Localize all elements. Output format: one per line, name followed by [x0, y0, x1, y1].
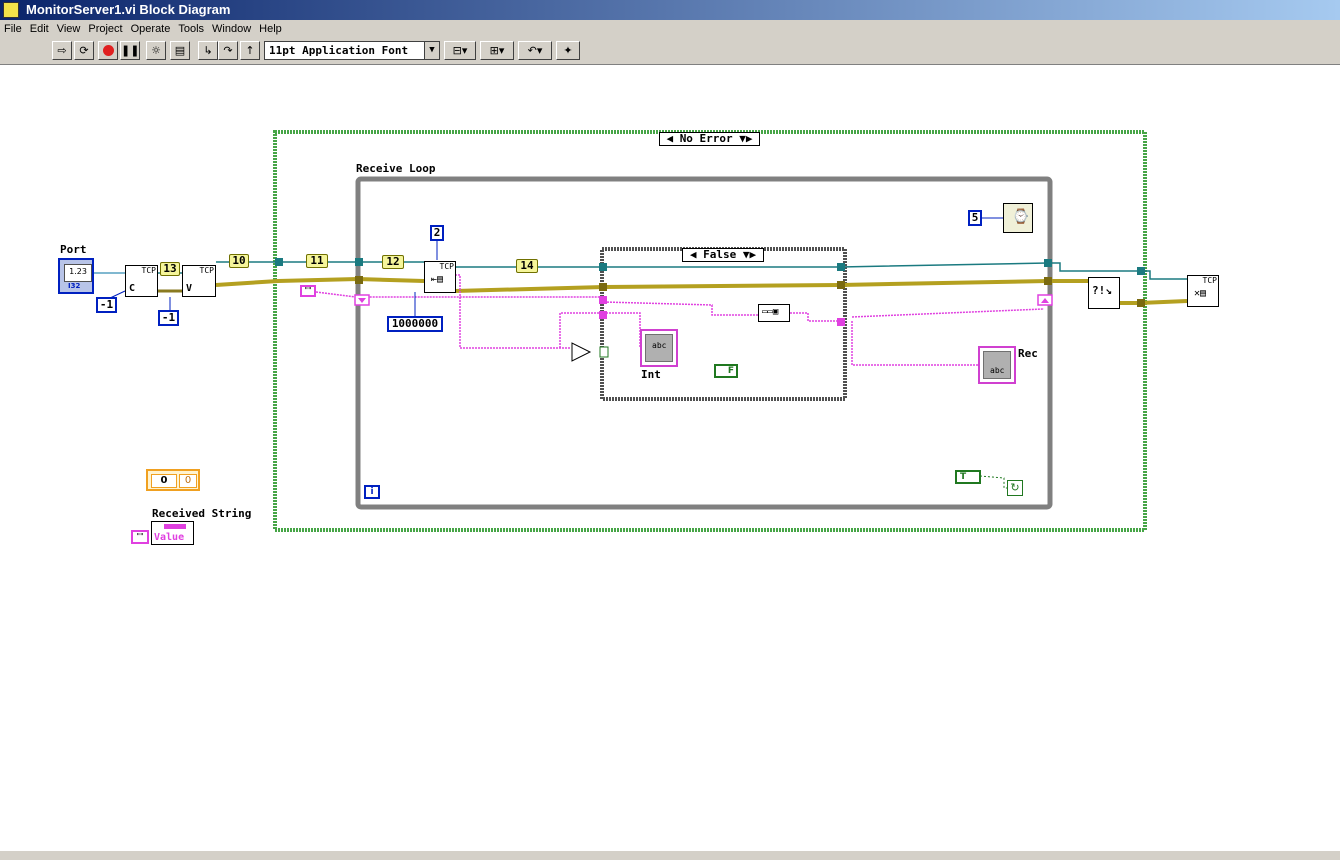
wire-label-13: 13 [160, 262, 180, 276]
outer-case-selector[interactable]: ◀ No Error ▼▶ [659, 132, 760, 146]
port-numeric-value: 1.23 [64, 264, 92, 282]
run-continuously-icon[interactable]: ⟳ [74, 41, 94, 60]
port-label: Port [60, 243, 87, 256]
menu-project[interactable]: Project [84, 20, 126, 38]
tcp-tag: TCP [199, 266, 214, 275]
tcp-read-node[interactable]: TCP ⇤▤ [424, 261, 456, 293]
receive-loop-label: Receive Loop [356, 162, 436, 175]
tcp-v-icon: V [186, 283, 193, 294]
tcp-close-node[interactable]: TCP ✕▤ [1187, 275, 1219, 307]
menu-file[interactable]: File [0, 20, 26, 38]
loop-iteration-terminal: i [364, 485, 380, 499]
menu-view[interactable]: View [53, 20, 85, 38]
inner-case-value: False [703, 248, 737, 261]
int-indicator[interactable]: abc [640, 329, 678, 367]
mode-constant[interactable]: 2 [430, 225, 444, 241]
port-control[interactable]: 1.23 I32 [58, 258, 94, 294]
wire-label-10: 10 [229, 254, 249, 268]
concatenate-strings-node[interactable]: ▭▭▣ [758, 304, 790, 322]
empty-string-constant[interactable]: "" [300, 285, 316, 297]
timeout-constant-a[interactable]: -1 [96, 297, 117, 313]
wait-ms-node[interactable]: ⌚ [1003, 203, 1033, 233]
reorder-icon[interactable]: ↶▾ [518, 41, 552, 60]
timeout-constant-b[interactable]: -1 [158, 310, 179, 326]
tcp-create-listener-node[interactable]: TCP C [125, 265, 158, 297]
clock-icon: ⌚ [1012, 209, 1030, 225]
bytes-constant[interactable]: 1000000 [387, 316, 443, 332]
menu-operate[interactable]: Operate [127, 20, 175, 38]
wires-layer [92, 130, 1188, 532]
menu-help[interactable]: Help [255, 20, 286, 38]
tcp-tag: TCP [439, 262, 454, 271]
cluster-constant[interactable]: 0 0 [146, 469, 200, 491]
int-label: Int [641, 368, 661, 381]
wait-ms-constant[interactable]: 5 [968, 210, 982, 226]
step-over-icon[interactable]: ↷ [218, 41, 238, 60]
chevron-down-icon: ▼ [424, 42, 439, 59]
int-indicator-type: abc [652, 341, 667, 350]
loop-condition-icon[interactable]: ↻ [1007, 480, 1023, 496]
menu-window[interactable]: Window [208, 20, 255, 38]
tcp-wait-on-listener-node[interactable]: TCP V [182, 265, 216, 297]
port-type: I32 [68, 282, 81, 290]
clean-up-diagram-icon[interactable]: ✦ [556, 41, 580, 60]
wire-label-12: 12 [382, 255, 404, 269]
error-handler-node[interactable]: ?!↘ [1088, 277, 1120, 309]
received-string-property-node[interactable]: Value [151, 521, 194, 545]
error-handler-icon: ?!↘ [1092, 284, 1112, 297]
tcp-tag: TCP [141, 266, 156, 275]
rec-indicator-type: abc [990, 366, 1005, 375]
toolbar: ⇨ ⟳ ❚❚ ☼ ▤ ↳ ↷ ↑ 11pt Application Font ▼ … [0, 38, 1340, 65]
step-into-icon[interactable]: ↳ [198, 41, 218, 60]
receive-loop-border [355, 176, 1053, 510]
cluster-value-b: 0 [179, 474, 197, 488]
wire-label-14: 14 [516, 259, 538, 273]
tcp-read-icon: ⇤▤ [431, 274, 444, 285]
not-empty-string-icon [571, 342, 592, 362]
false-constant[interactable]: F [714, 364, 738, 378]
cluster-value-a: 0 [151, 474, 177, 488]
font-selector-label: 11pt Application Font [269, 44, 409, 57]
window-title: MonitorServer1.vi Block Diagram [26, 2, 231, 17]
value-property: Value [154, 532, 185, 543]
rec-label: Rec [1018, 347, 1038, 360]
rec-indicator[interactable]: abc [978, 346, 1016, 384]
menu-tools[interactable]: Tools [174, 20, 208, 38]
true-constant[interactable]: T [955, 470, 981, 484]
distribute-objects-icon[interactable]: ⊞▾ [480, 41, 514, 60]
pause-icon[interactable]: ❚❚ [120, 41, 140, 60]
run-icon[interactable]: ⇨ [52, 41, 72, 60]
received-string-label: Received String [152, 507, 252, 520]
title-bar: MonitorServer1.vi Block Diagram [0, 0, 1340, 20]
align-objects-icon[interactable]: ⊟▾ [444, 41, 476, 60]
abort-icon[interactable] [98, 41, 118, 60]
step-out-icon[interactable]: ↑ [240, 41, 260, 60]
outer-case-value: No Error [679, 132, 733, 145]
highlight-execution-icon[interactable]: ☼ [146, 41, 166, 60]
inner-case-selector[interactable]: ◀ False ▼▶ [682, 248, 764, 262]
concatenate-icon: ▭▭▣ [762, 307, 779, 317]
received-string-empty-constant[interactable]: "" [131, 530, 149, 544]
tcp-c-icon: C [129, 283, 136, 294]
error-wire [215, 276, 425, 287]
retain-wire-values-icon[interactable]: ▤ [170, 41, 190, 60]
app-icon [3, 2, 19, 18]
tcp-tag: TCP [1202, 276, 1217, 285]
menu-bar: File Edit View Project Operate Tools Window Hel… [0, 20, 1340, 38]
tcp-close-icon: ✕▤ [1194, 288, 1207, 299]
font-selector[interactable]: 11pt Application Font ▼ [264, 41, 440, 60]
block-diagram-canvas[interactable]: ◀ No Error ▼▶ ◀ False ▼▶ Receive Loop Po… [0, 65, 1340, 850]
wire-label-11: 11 [306, 254, 328, 268]
menu-edit[interactable]: Edit [26, 20, 53, 38]
property-node-bar [164, 524, 186, 529]
